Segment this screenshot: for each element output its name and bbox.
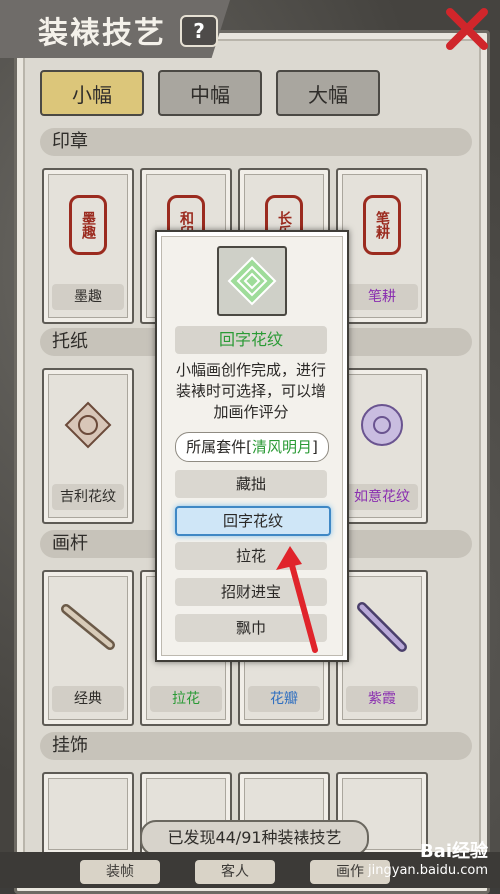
hui-pattern-icon — [227, 256, 277, 306]
seal-glyph: 墨趣 — [69, 195, 107, 255]
help-icon: ? — [193, 19, 205, 43]
section-seal: 印章 — [40, 128, 472, 156]
seal-card[interactable]: 墨趣 墨趣 — [42, 168, 134, 324]
pattern-icon — [64, 401, 112, 449]
rod-art — [352, 592, 412, 662]
bottom-tab-guests[interactable]: 客人 — [195, 860, 275, 884]
help-button[interactable]: ? — [180, 15, 218, 47]
tab-small[interactable]: 小幅 — [40, 70, 144, 116]
set-prefix: 所属套件[ — [186, 438, 252, 456]
watermark-brand: Bai经验 — [419, 841, 488, 862]
ornament-card[interactable] — [42, 772, 134, 856]
seal-card[interactable]: 笔耕 笔耕 — [336, 168, 428, 324]
watermark-url: jingyan.baidu.com — [368, 863, 488, 878]
paper-card[interactable]: 吉利花纹 — [42, 368, 134, 524]
card-name: 如意花纹 — [346, 484, 418, 510]
tab-large[interactable]: 大幅 — [276, 70, 380, 116]
paper-art — [352, 390, 412, 460]
card-name: 经典 — [52, 686, 124, 712]
discovered-count: 已发现44/91种装裱技艺 — [140, 820, 369, 856]
rod-card[interactable]: 紫霞 — [336, 570, 428, 726]
pattern-icon — [361, 404, 403, 446]
section-ornament: 挂饰 — [40, 732, 472, 760]
red-arrow-annotation — [276, 546, 318, 653]
card-name: 墨趣 — [52, 284, 124, 310]
size-tabs: 小幅 中幅 大幅 — [40, 70, 380, 116]
set-label: 所属套件[清风明月] — [175, 432, 329, 462]
paper-art — [58, 390, 118, 460]
seal-art: 墨趣 — [58, 190, 118, 260]
card-name: 笔耕 — [346, 284, 418, 310]
scroll-icon — [61, 604, 115, 650]
item-name: 回字花纹 — [175, 326, 327, 354]
seal-glyph: 笔耕 — [363, 195, 401, 255]
close-icon[interactable] — [444, 6, 490, 52]
card-name: 花瓣 — [248, 686, 320, 712]
set-name: 清风明月 — [251, 438, 312, 456]
rod-art — [58, 592, 118, 662]
watermark: Bai经验 jingyan.baidu.com — [368, 837, 488, 878]
card-name: 吉利花纹 — [52, 484, 124, 510]
bottom-tab-mount[interactable]: 装帧 — [80, 860, 160, 884]
scroll-icon — [357, 602, 407, 652]
paper-card[interactable]: 如意花纹 — [336, 368, 428, 524]
tab-medium[interactable]: 中幅 — [158, 70, 262, 116]
seal-art: 笔耕 — [352, 190, 412, 260]
card-name: 拉花 — [150, 686, 222, 712]
rod-card[interactable]: 经典 — [42, 570, 134, 726]
set-suffix: ] — [312, 438, 318, 456]
item-description: 小幅画创作完成，进行装裱时可选择，可以增加画作评分 — [175, 361, 326, 421]
option-item[interactable]: 藏拙 — [175, 470, 327, 498]
page-title: 装裱技艺 — [38, 16, 166, 51]
option-item-selected[interactable]: 回字花纹 — [175, 506, 331, 536]
item-icon-frame — [217, 246, 287, 316]
card-name: 紫霞 — [346, 686, 418, 712]
